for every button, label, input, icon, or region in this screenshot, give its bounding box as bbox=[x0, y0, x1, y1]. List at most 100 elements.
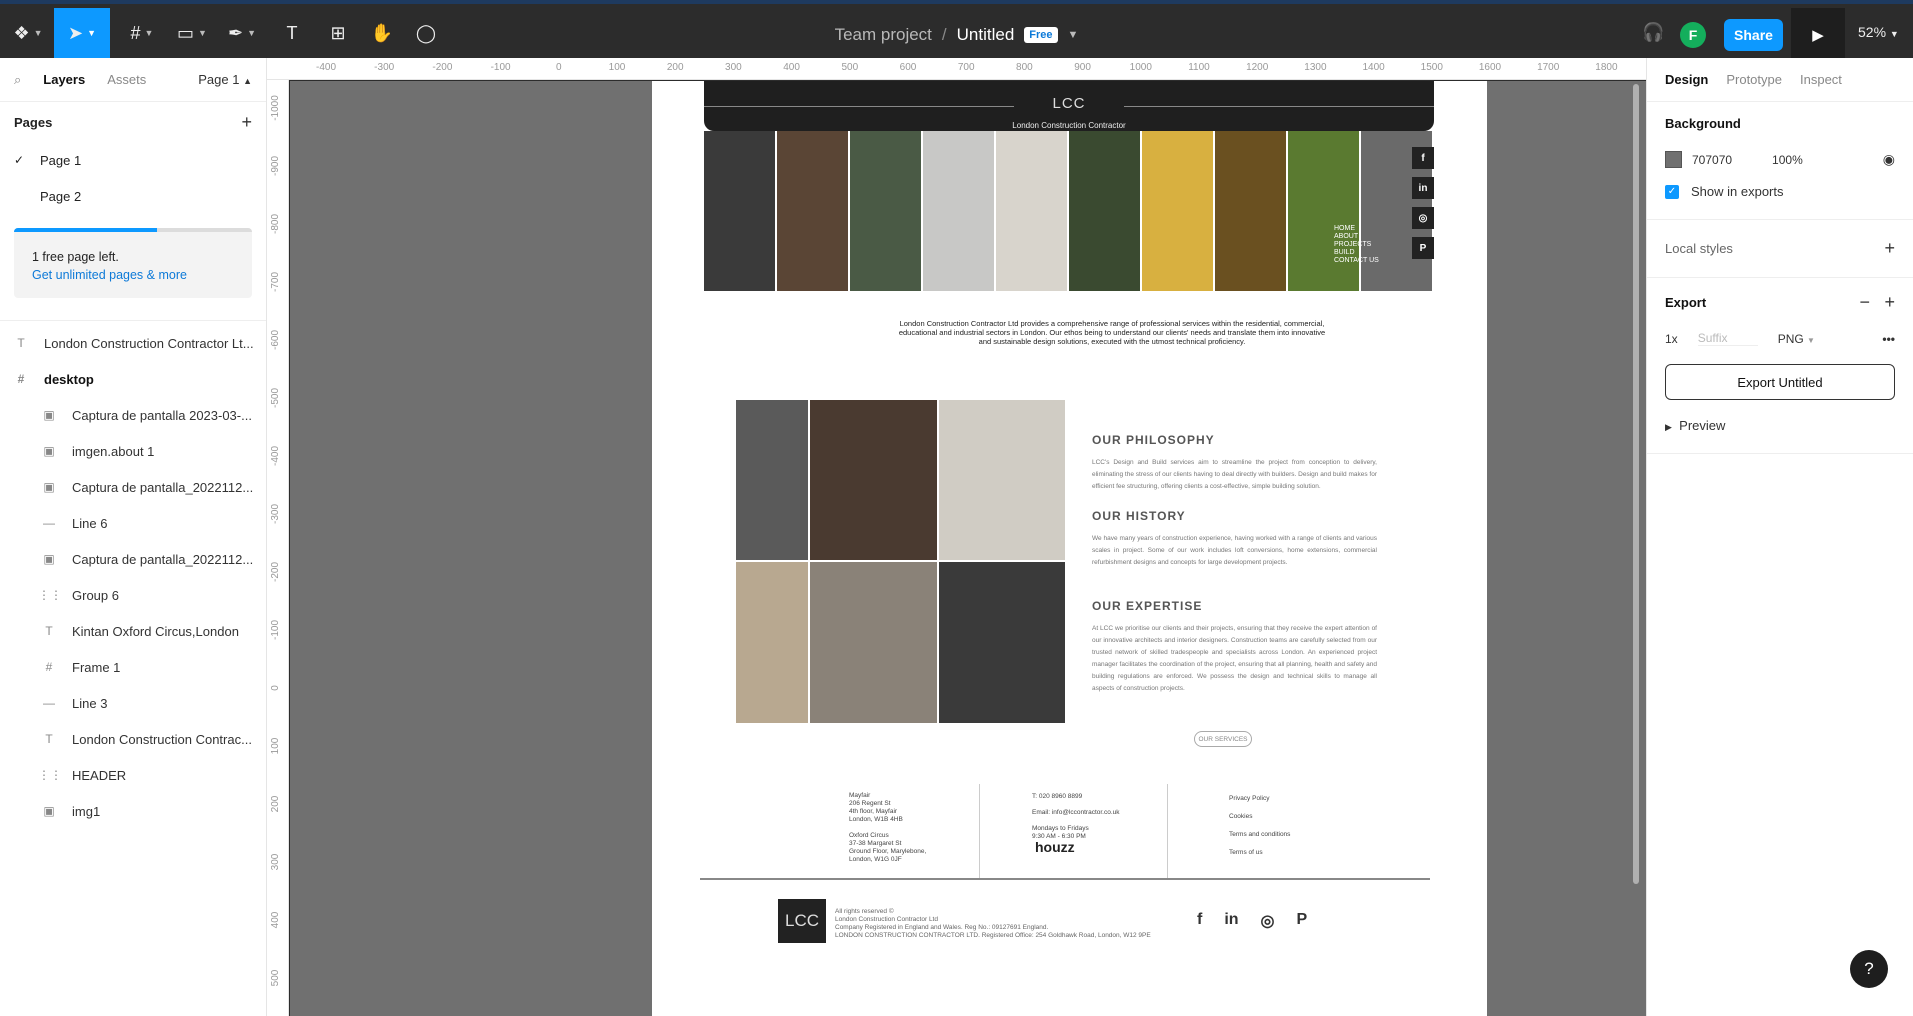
more-options-icon[interactable]: ••• bbox=[1882, 332, 1895, 346]
upgrade-banner: 1 free page left. Get unlimited pages & … bbox=[14, 228, 252, 298]
layer-item[interactable]: ⋮⋮ Group 6 bbox=[0, 577, 266, 613]
footer-social-icon[interactable]: in bbox=[1224, 911, 1238, 931]
footer-link[interactable]: Terms of us bbox=[1229, 849, 1290, 857]
social-icon[interactable]: f bbox=[1412, 147, 1434, 169]
resources-tool-button[interactable]: ⊞ bbox=[324, 8, 352, 58]
add-page-icon[interactable]: + bbox=[241, 112, 252, 133]
present-button[interactable]: ▶ bbox=[1791, 8, 1845, 62]
page-item[interactable]: ✓ Page 1 bbox=[0, 142, 266, 178]
layer-item[interactable]: # Frame 1 bbox=[0, 649, 266, 685]
upgrade-link[interactable]: Get unlimited pages & more bbox=[32, 266, 234, 284]
layer-item[interactable]: T London Construction Contractor Lt... bbox=[0, 325, 266, 361]
layer-label: Frame 1 bbox=[72, 659, 121, 675]
layer-item[interactable]: ▣ Captura de pantalla_2022112... bbox=[0, 469, 266, 505]
address-line: 37-38 Margaret St bbox=[849, 840, 902, 847]
social-icon[interactable]: in bbox=[1412, 177, 1434, 199]
layer-label: Line 6 bbox=[72, 515, 108, 531]
shape-tool-button[interactable]: ▭ ▼ bbox=[172, 8, 212, 58]
file-name[interactable]: Untitled bbox=[957, 25, 1015, 45]
image-icon: ▣ bbox=[43, 444, 55, 458]
background-hex[interactable]: 707070 bbox=[1692, 153, 1732, 167]
mini-nav-item[interactable]: CONTACT US bbox=[1334, 257, 1379, 265]
title-separator: / bbox=[941, 25, 947, 44]
footer-link[interactable]: Cookies bbox=[1229, 813, 1290, 821]
footer-link[interactable]: Terms and conditions bbox=[1229, 831, 1290, 839]
mini-nav-item[interactable]: PROJECTS bbox=[1334, 241, 1379, 249]
comment-icon: ◯ bbox=[415, 22, 437, 43]
ruler-tick: 1400 bbox=[1362, 62, 1385, 73]
preview-label: Preview bbox=[1679, 418, 1726, 433]
layer-label: Captura de pantalla 2023-03-... bbox=[72, 407, 252, 423]
show-in-exports-row[interactable]: ✓ Show in exports bbox=[1665, 184, 1895, 199]
search-icon[interactable]: ⌕ bbox=[14, 72, 21, 88]
page-select[interactable]: Page 1 ▲ bbox=[198, 72, 252, 87]
hand-tool-button[interactable]: ✋ bbox=[368, 8, 396, 58]
ruler-tick: -200 bbox=[432, 62, 453, 73]
social-icon[interactable]: P bbox=[1412, 237, 1434, 259]
export-heading: Export bbox=[1665, 295, 1707, 310]
ruler-tick: 600 bbox=[899, 62, 917, 73]
footer-social-icon[interactable]: P bbox=[1297, 911, 1308, 931]
zoom-dropdown[interactable]: 52% ▼ bbox=[1858, 24, 1899, 40]
comment-tool-button[interactable]: ◯ bbox=[412, 8, 440, 58]
footer-social-icon[interactable]: f bbox=[1197, 911, 1202, 931]
mini-nav-item[interactable]: BUILD bbox=[1334, 249, 1379, 257]
headphones-icon[interactable]: 🎧 bbox=[1642, 22, 1664, 43]
mini-nav-item[interactable]: HOME bbox=[1334, 225, 1379, 233]
houzz-logo: houzz bbox=[1035, 839, 1075, 855]
layer-item[interactable]: ▣ img1 bbox=[0, 793, 266, 829]
page-item[interactable]: Page 2 bbox=[0, 178, 266, 214]
share-button[interactable]: Share bbox=[1724, 19, 1783, 51]
upgrade-text: 1 free page left. bbox=[32, 250, 119, 264]
export-format-select[interactable]: PNG ▼ bbox=[1778, 332, 1815, 346]
social-icon[interactable]: ◎ bbox=[1412, 207, 1434, 229]
layer-item[interactable]: — Line 6 bbox=[0, 505, 266, 541]
checkbox-icon[interactable]: ✓ bbox=[1665, 184, 1679, 199]
layer-item[interactable]: — Line 3 bbox=[0, 685, 266, 721]
ruler-tick: 0 bbox=[270, 685, 281, 691]
add-export-icon[interactable]: + bbox=[1884, 292, 1895, 312]
tab-inspect[interactable]: Inspect bbox=[1800, 72, 1842, 87]
move-tool-button[interactable]: ➤ ▼ bbox=[54, 8, 110, 58]
help-button[interactable]: ? bbox=[1850, 950, 1888, 988]
text-tool-button[interactable]: T bbox=[278, 8, 306, 58]
export-suffix-input[interactable]: Suffix bbox=[1697, 331, 1758, 346]
layer-item[interactable]: T London Construction Contrac... bbox=[0, 721, 266, 757]
export-button[interactable]: Export Untitled bbox=[1665, 364, 1895, 400]
layer-item[interactable]: ▣ Captura de pantalla 2023-03-... bbox=[0, 397, 266, 433]
layer-item[interactable]: ▣ imgen.about 1 bbox=[0, 433, 266, 469]
avatar[interactable]: F bbox=[1680, 22, 1706, 48]
tab-design[interactable]: Design bbox=[1665, 72, 1708, 87]
layer-item[interactable]: T Kintan Oxford Circus,London bbox=[0, 613, 266, 649]
layer-item[interactable]: # desktop bbox=[0, 361, 266, 397]
add-style-icon[interactable]: + bbox=[1884, 238, 1895, 259]
layer-item[interactable]: ▣ Captura de pantalla_2022112... bbox=[0, 541, 266, 577]
remove-export-icon[interactable]: − bbox=[1860, 292, 1871, 312]
preview-toggle[interactable]: ▶ Preview bbox=[1665, 418, 1895, 433]
frame-tool-button[interactable]: # ▼ bbox=[122, 8, 162, 58]
background-opacity[interactable]: 100% bbox=[1772, 153, 1803, 167]
footer-divider bbox=[1167, 784, 1168, 880]
canvas-scrollbar[interactable] bbox=[1633, 84, 1639, 884]
tab-assets[interactable]: Assets bbox=[107, 72, 146, 87]
footer-social-icon[interactable]: ◎ bbox=[1261, 911, 1275, 931]
layer-item[interactable]: ⋮⋮ HEADER bbox=[0, 757, 266, 793]
header-image bbox=[1069, 131, 1142, 291]
eye-icon[interactable]: ◉ bbox=[1883, 151, 1895, 168]
color-swatch[interactable] bbox=[1665, 151, 1682, 168]
text-icon: T bbox=[45, 624, 53, 638]
export-scale[interactable]: 1x bbox=[1665, 332, 1678, 346]
footer-link[interactable]: Privacy Policy bbox=[1229, 795, 1290, 803]
team-name[interactable]: Team project bbox=[835, 25, 932, 45]
desktop-frame[interactable]: LCC London Construction Contractor f in ◎ P… bbox=[652, 81, 1487, 1016]
tab-layers[interactable]: Layers bbox=[43, 72, 85, 87]
chevron-down-icon[interactable]: ▼ bbox=[1068, 29, 1079, 41]
intro-text: London Construction Contractor Ltd provi… bbox=[898, 319, 1326, 346]
pen-tool-button[interactable]: ✒ ▼ bbox=[222, 8, 262, 58]
mini-nav-item[interactable]: ABOUT bbox=[1334, 233, 1379, 241]
canvas[interactable]: LCC London Construction Contractor f in ◎ P… bbox=[290, 81, 1646, 1016]
our-services-button[interactable]: OUR SERVICES bbox=[1194, 731, 1252, 747]
ruler-tick: -700 bbox=[270, 271, 281, 293]
main-menu-button[interactable]: ❖ ▼ bbox=[8, 8, 48, 58]
tab-prototype[interactable]: Prototype bbox=[1726, 72, 1782, 87]
